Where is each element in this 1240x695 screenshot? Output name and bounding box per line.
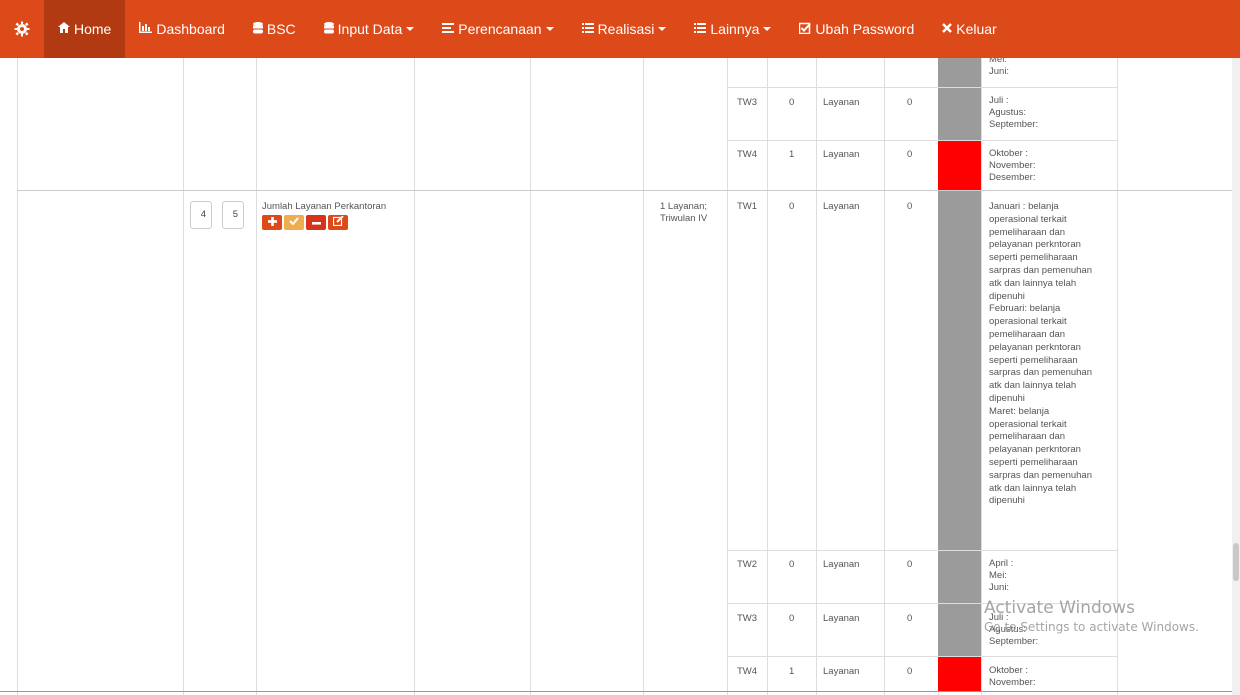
nav-bsc[interactable]: BSC (239, 0, 310, 58)
target-text: 1 Layanan; Triwulan IV (660, 201, 708, 224)
action-buttons (262, 215, 348, 230)
target-value: 1 (789, 666, 795, 677)
realisasi-value: 0 (907, 559, 913, 570)
nav-realisasi-label: Realisasi (597, 21, 655, 37)
realisasi-value: 0 (907, 149, 913, 160)
target-value: 1 (789, 149, 795, 160)
list-icon (442, 22, 455, 36)
months-text: Oktober : November: Desember: (989, 148, 1036, 183)
target-value: 0 (789, 559, 795, 570)
number-input-1[interactable]: 4 (190, 201, 212, 229)
target-value: 0 (789, 201, 795, 212)
months-text: Oktober : November: (989, 665, 1036, 688)
unit-label: Layanan (823, 559, 860, 570)
check-icon (289, 217, 299, 228)
database-icon (323, 21, 334, 37)
unit-label: Layanan (823, 149, 860, 160)
tw-label: TW1 (737, 201, 758, 212)
status-cell-red (938, 657, 981, 691)
edit-button[interactable] (328, 215, 348, 230)
status-cell-gray (938, 551, 981, 603)
unit-label: Layanan (823, 666, 860, 677)
plus-icon (267, 216, 277, 229)
nav-home[interactable]: Home (44, 0, 126, 58)
status-cell-gray (938, 604, 981, 656)
nav-dashboard[interactable]: Dashboard (125, 0, 239, 58)
tw-label: TW4 (737, 149, 758, 160)
nav-keluar-label: Keluar (956, 21, 997, 37)
nav-perencanaan-label: Perencanaan (458, 21, 542, 37)
nav-perencanaan[interactable]: Perencanaan (428, 0, 567, 58)
approve-button[interactable] (284, 215, 304, 230)
chevron-down-icon (406, 27, 415, 31)
nav-input-data[interactable]: Input Data (310, 0, 429, 58)
bar-chart-icon (139, 22, 153, 36)
home-icon (58, 22, 70, 36)
number-input-2[interactable]: 5 (222, 201, 244, 229)
close-icon (942, 22, 953, 36)
nav-home-label: Home (74, 21, 112, 37)
unit-label: Layanan (823, 201, 860, 212)
database-icon (252, 21, 263, 37)
nav-realisasi[interactable]: Realisasi (568, 0, 681, 58)
nav-input-data-label: Input Data (337, 21, 403, 37)
settings-gear-icon[interactable] (0, 0, 44, 58)
target-value: 0 (789, 97, 795, 108)
unit-label: Layanan (823, 613, 860, 624)
months-text: Mei: Juni: (989, 58, 1010, 77)
months-text: Juli : Agustus: September: (989, 95, 1039, 130)
windows-activation-watermark: Activate Windows Go to Settings to activ… (984, 598, 1199, 634)
nav-dashboard-label: Dashboard (156, 21, 225, 37)
tw-label: TW3 (737, 613, 758, 624)
tw-label: TW3 (737, 97, 758, 108)
nav-keluar[interactable]: Keluar (928, 0, 1010, 58)
minus-icon (311, 217, 321, 228)
target-value: 0 (789, 613, 795, 624)
realisasi-table: Mei: Juni: TW3 0 Layanan 0 Juli : Agustu… (0, 58, 1240, 695)
realisasi-value: 0 (907, 97, 913, 108)
status-cell-gray (938, 88, 981, 140)
delete-button[interactable] (306, 215, 326, 230)
nav-lainnya-label: Lainnya (710, 21, 760, 37)
nav-ubah-password[interactable]: Ubah Password (785, 0, 928, 58)
chevron-down-icon (545, 27, 554, 31)
list-icon (694, 22, 707, 36)
tw-label: TW4 (737, 666, 758, 677)
realisasi-value: 0 (907, 666, 913, 677)
realisasi-value: 0 (907, 613, 913, 624)
add-button[interactable] (262, 215, 282, 230)
months-text: April : Mei: Juni: (989, 558, 1014, 593)
watermark-title: Activate Windows (984, 598, 1135, 618)
chevron-down-icon (658, 27, 667, 31)
list-icon (581, 22, 594, 36)
unit-label: Layanan (823, 97, 860, 108)
watermark-subtitle: Go to Settings to activate Windows. (984, 620, 1199, 634)
scrollbar-thumb[interactable] (1233, 543, 1239, 581)
chevron-down-icon (763, 27, 772, 31)
indicator-name: Jumlah Layanan Perkantoran (262, 201, 387, 212)
check-square-icon (799, 22, 812, 37)
nav-ubah-password-label: Ubah Password (815, 21, 915, 37)
realisasi-value: 0 (907, 201, 913, 212)
tw-label: TW2 (737, 559, 758, 570)
top-navbar: Home Dashboard BSC Input Data Perencanaa… (0, 0, 1240, 58)
status-cell-gray (938, 58, 981, 87)
months-text: Januari : belanja operasional terkait pe… (989, 201, 1092, 507)
edit-icon (332, 215, 344, 229)
nav-lainnya[interactable]: Lainnya (680, 0, 785, 58)
vertical-scrollbar[interactable] (1232, 58, 1240, 695)
status-cell-gray (938, 191, 981, 550)
nav-bsc-label: BSC (266, 21, 296, 37)
status-cell-red (938, 141, 981, 190)
